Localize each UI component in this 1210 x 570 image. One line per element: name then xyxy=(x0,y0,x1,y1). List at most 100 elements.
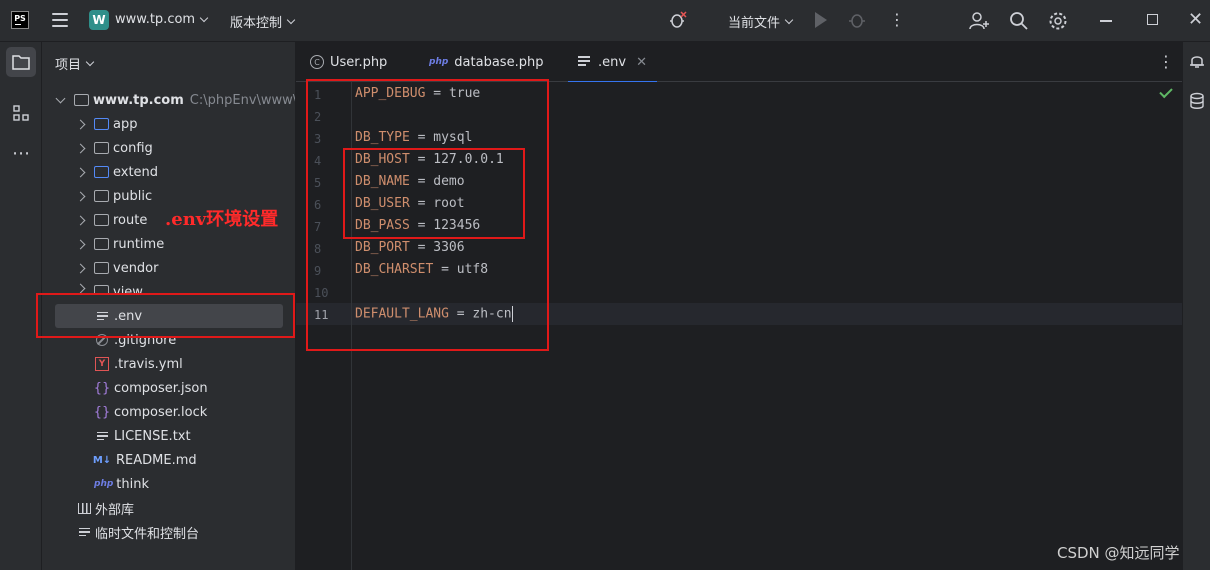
class-icon: C xyxy=(310,55,324,69)
folder-label: extend xyxy=(113,164,159,180)
scratches-icon xyxy=(77,525,91,539)
tree-folder-config[interactable]: config xyxy=(75,136,153,160)
tab-database-php[interactable]: php database.php xyxy=(429,42,543,82)
json-file-icon: {} xyxy=(93,380,111,396)
chevron-down-icon xyxy=(784,15,794,24)
tab-label: database.php xyxy=(454,54,544,70)
folder-label: runtime xyxy=(113,236,165,252)
tree-folder-public[interactable]: public xyxy=(75,184,153,208)
close-tab-icon[interactable]: ✕ xyxy=(636,55,647,70)
gear-icon[interactable] xyxy=(1047,10,1069,32)
minimize-icon[interactable] xyxy=(1100,20,1112,22)
project-tool-button[interactable] xyxy=(6,47,36,77)
tab-env[interactable]: .env ✕ xyxy=(568,42,657,83)
tree-folder-route[interactable]: route xyxy=(75,208,148,232)
tree-file-think[interactable]: php think xyxy=(94,472,149,496)
editor-tab-bar: C User.php php database.php .env ✕ ⋮ xyxy=(296,42,1182,83)
tree-file-travis[interactable]: Y .travis.yml xyxy=(95,352,183,376)
close-icon[interactable]: ✕ xyxy=(1188,10,1203,30)
debug-icon[interactable] xyxy=(848,11,866,29)
run-config-selector[interactable]: 当前文件 xyxy=(728,12,794,31)
folder-label: route xyxy=(113,212,148,228)
text-file-icon xyxy=(578,56,590,68)
tab-user-php[interactable]: C User.php xyxy=(310,42,387,82)
tree-scratches[interactable]: 临时文件和控制台 xyxy=(77,520,199,544)
folder-label: vendor xyxy=(113,260,159,276)
file-label: composer.json xyxy=(114,380,208,396)
tree-folder-app[interactable]: app xyxy=(75,112,137,136)
file-label: README.md xyxy=(116,452,197,468)
folder-icon xyxy=(94,214,109,226)
phpstorm-logo-icon[interactable]: PS xyxy=(11,11,29,29)
annotation-box-env-file xyxy=(36,293,295,338)
expand-arrow-icon[interactable] xyxy=(75,263,86,273)
library-icon xyxy=(77,501,91,515)
source-folder-icon xyxy=(94,166,109,178)
structure-tool-button[interactable] xyxy=(6,98,36,128)
debug-listen-icon[interactable] xyxy=(668,10,688,30)
more-actions-icon[interactable]: ⋮ xyxy=(889,11,905,29)
tree-folder-extend[interactable]: extend xyxy=(75,160,159,184)
yaml-file-icon: Y xyxy=(95,357,109,371)
project-switcher[interactable]: www.tp.com xyxy=(115,12,209,27)
panel-title: 项目 xyxy=(55,58,82,73)
search-icon[interactable] xyxy=(1008,10,1030,32)
project-name: www.tp.com xyxy=(115,12,196,27)
folder-label: config xyxy=(113,140,153,156)
database-icon[interactable] xyxy=(1188,92,1206,110)
project-view-selector[interactable]: 项目 xyxy=(55,54,95,73)
json-file-icon: {} xyxy=(93,404,111,420)
vcs-label: 版本控制 xyxy=(230,16,283,31)
chevron-down-icon xyxy=(85,57,95,66)
project-badge[interactable]: W xyxy=(89,10,109,30)
watermark: CSDN @知远同学 xyxy=(1057,544,1180,562)
tree-folder-vendor[interactable]: vendor xyxy=(75,256,159,280)
main-menu-icon[interactable] xyxy=(52,13,68,27)
markdown-file-icon: M↓ xyxy=(92,454,112,466)
tree-file-readme[interactable]: M↓ README.md xyxy=(93,448,197,472)
tree-file-license[interactable]: LICENSE.txt xyxy=(95,424,191,448)
title-bar: PS W www.tp.com 版本控制 当前文件 ⋮ ✕ xyxy=(0,0,1210,42)
more-tools-icon[interactable]: ⋯ xyxy=(6,138,36,168)
php-file-icon: php xyxy=(94,479,114,489)
text-file-icon xyxy=(95,429,109,443)
tab-label: .env xyxy=(598,54,627,70)
tree-folder-runtime[interactable]: runtime xyxy=(75,232,165,256)
expand-arrow-icon[interactable] xyxy=(55,93,66,103)
file-label: LICENSE.txt xyxy=(114,428,191,444)
structure-icon xyxy=(13,105,29,121)
add-user-icon[interactable] xyxy=(968,10,990,32)
expand-arrow-icon[interactable] xyxy=(75,119,86,129)
folder-icon xyxy=(94,142,109,154)
annotation-box-db-settings xyxy=(343,148,525,239)
expand-arrow-icon[interactable] xyxy=(75,215,86,225)
run-icon[interactable] xyxy=(815,12,827,28)
tree-file-composer-json[interactable]: {} composer.json xyxy=(93,376,208,400)
tree-folder-view[interactable]: view xyxy=(77,280,143,294)
expand-arrow-icon[interactable] xyxy=(75,239,86,249)
expand-arrow-icon[interactable] xyxy=(77,283,86,294)
vcs-menu[interactable]: 版本控制 xyxy=(230,12,296,31)
root-name: www.tp.com xyxy=(93,92,184,108)
folder-icon xyxy=(94,238,109,250)
tab-actions-icon[interactable]: ⋮ xyxy=(1158,52,1174,71)
tree-external-libraries[interactable]: 外部库 xyxy=(77,496,134,520)
no-problems-check-icon[interactable] xyxy=(1159,84,1173,99)
external-libraries-label: 外部库 xyxy=(95,502,135,518)
chevron-down-icon xyxy=(286,15,296,24)
folder-icon xyxy=(12,55,30,70)
folder-icon xyxy=(74,94,89,106)
folder-icon xyxy=(94,190,109,202)
maximize-icon[interactable] xyxy=(1147,14,1158,25)
file-label: think xyxy=(116,476,150,492)
file-label: composer.lock xyxy=(114,404,208,420)
chevron-down-icon xyxy=(199,13,209,22)
notifications-bell-icon[interactable] xyxy=(1188,52,1206,70)
expand-arrow-icon[interactable] xyxy=(75,143,86,153)
expand-arrow-icon[interactable] xyxy=(75,167,86,177)
expand-arrow-icon[interactable] xyxy=(75,191,86,201)
tree-file-composer-lock[interactable]: {} composer.lock xyxy=(93,400,208,424)
folder-icon xyxy=(94,262,109,274)
folder-label: public xyxy=(113,188,153,204)
tree-root[interactable]: www.tp.com C:\phpEnv\www\w xyxy=(55,88,295,112)
